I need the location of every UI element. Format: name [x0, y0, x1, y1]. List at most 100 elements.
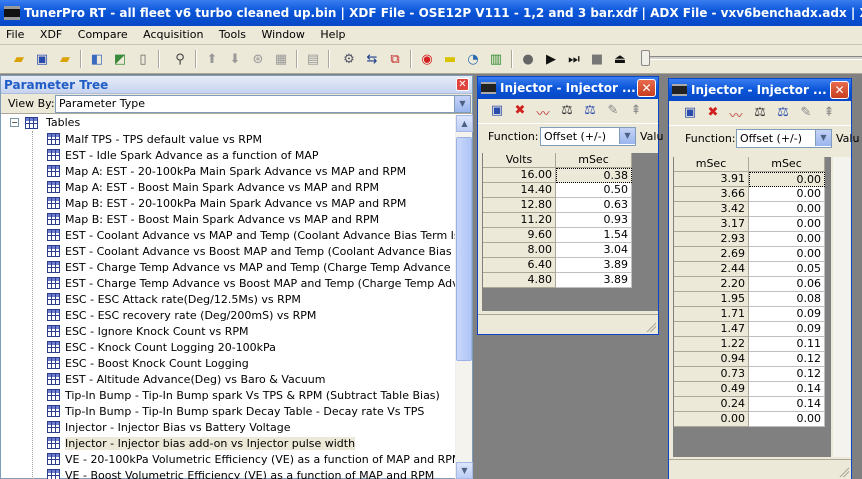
- table-cell[interactable]: 0.09: [749, 307, 825, 322]
- menu-compare[interactable]: Compare: [72, 26, 134, 44]
- tree-item[interactable]: ESC - ESC recovery rate (Deg/200mS) vs R…: [47, 308, 316, 324]
- row-header[interactable]: 4.80: [483, 273, 556, 288]
- menu-tools[interactable]: Tools: [213, 26, 252, 44]
- menu-file[interactable]: File: [0, 26, 30, 44]
- tree-vertical-scrollbar[interactable]: ▲ ▼: [455, 115, 473, 479]
- row-header[interactable]: 0.00: [674, 412, 749, 427]
- row-header[interactable]: 6.40: [483, 258, 556, 273]
- close-icon[interactable]: ✕: [456, 78, 469, 91]
- tree-item[interactable]: EST - Charge Temp Advance vs MAP and Tem…: [47, 260, 456, 276]
- view-by-select[interactable]: Parameter Type ▼: [55, 95, 471, 113]
- edit-xdf-icon[interactable]: ◩: [111, 50, 129, 68]
- tree-item[interactable]: Map B: EST - 20-100kPa Main Spark Advanc…: [47, 196, 406, 212]
- table-vertical-scrollbar[interactable]: [833, 157, 850, 457]
- row-header[interactable]: 1.22: [674, 337, 749, 352]
- chart-icon[interactable]: ▥: [487, 50, 505, 68]
- app-title-bar[interactable]: TunerPro RT - all fleet v6 turbo cleaned…: [0, 0, 862, 26]
- pencil-icon[interactable]: ✎: [797, 105, 815, 120]
- table-cell[interactable]: 0.00: [749, 232, 825, 247]
- tree-item[interactable]: EST - Altitude Advance(Deg) vs Baro & Va…: [47, 372, 325, 388]
- row-header[interactable]: 11.20: [483, 213, 556, 228]
- row-header[interactable]: 12.80: [483, 198, 556, 213]
- table-cell[interactable]: 0.50: [556, 183, 632, 198]
- tree-item[interactable]: Map B: EST - Boost Main Spark Advance vs…: [47, 212, 379, 228]
- tree-item[interactable]: ESC - ESC Attack rate(Deg/12.5Ms) vs RPM: [47, 292, 301, 308]
- gear-icon[interactable]: ⚙: [340, 50, 358, 68]
- monitor-icon[interactable]: ▤: [304, 50, 322, 68]
- chevron-down-icon[interactable]: ▼: [619, 128, 635, 144]
- row-header[interactable]: 2.93: [674, 232, 749, 247]
- table-cell[interactable]: 0.05: [749, 262, 825, 277]
- scroll-down-icon[interactable]: ▼: [456, 462, 473, 479]
- menu-acquisition[interactable]: Acquisition: [137, 26, 209, 44]
- row-header[interactable]: 3.91: [674, 172, 749, 187]
- download-icon[interactable]: ⬇: [226, 50, 244, 68]
- play-icon[interactable]: ▶: [542, 50, 560, 68]
- compare-scale-icon[interactable]: ⚖: [774, 105, 792, 120]
- tree-item[interactable]: ESC - Ignore Knock Count vs RPM: [47, 324, 249, 340]
- table-cell[interactable]: 3.04: [556, 243, 632, 258]
- table-cell[interactable]: 0.00: [749, 217, 825, 232]
- stack-icon[interactable]: ▦: [272, 50, 290, 68]
- row-header[interactable]: 16.00: [483, 168, 556, 183]
- row-header[interactable]: 3.66: [674, 187, 749, 202]
- save-icon[interactable]: ▣: [33, 50, 51, 68]
- upload-icon[interactable]: ⬆: [203, 50, 221, 68]
- tree-item[interactable]: Tip-In Bump - Tip-In Bump spark Vs TPS &…: [47, 388, 440, 404]
- open-folder-icon[interactable]: ▰: [10, 50, 28, 68]
- tree-item[interactable]: ESC - Boost Knock Count Logging: [47, 356, 249, 372]
- row-header[interactable]: 0.49: [674, 382, 749, 397]
- resize-grip-icon[interactable]: [645, 321, 656, 332]
- close-x-icon[interactable]: ✖: [704, 105, 722, 120]
- interpolate-icon[interactable]: ⇞: [820, 105, 838, 120]
- new-document-icon[interactable]: ▯: [134, 50, 152, 68]
- menu-window[interactable]: Window: [256, 26, 311, 44]
- table-cell[interactable]: 3.89: [556, 273, 632, 288]
- tree-item[interactable]: EST - Charge Temp Advance vs Boost MAP a…: [47, 276, 456, 292]
- chip-icon[interactable]: ⊛: [249, 50, 267, 68]
- graph-icon[interactable]: 〰: [727, 105, 745, 124]
- stop-circle-icon[interactable]: ●: [519, 50, 537, 68]
- save-icon[interactable]: ▣: [488, 103, 506, 118]
- compare-icon[interactable]: ⧉: [386, 50, 404, 68]
- tree-item[interactable]: Malf TPS - TPS default value vs RPM: [47, 132, 262, 148]
- row-header[interactable]: 3.42: [674, 202, 749, 217]
- close-icon[interactable]: ✕: [637, 79, 656, 97]
- row-header[interactable]: 0.73: [674, 367, 749, 382]
- graph-icon[interactable]: 〰: [534, 103, 552, 122]
- stop-icon[interactable]: ■: [588, 50, 606, 68]
- table-cell[interactable]: 0.12: [749, 367, 825, 382]
- tree-item[interactable]: VE - Boost Volumetric Efficiency (VE) as…: [47, 468, 434, 479]
- row-header[interactable]: 1.47: [674, 322, 749, 337]
- playback-slider-thumb[interactable]: [641, 50, 650, 66]
- tree-item[interactable]: VE - 20-100kPa Volumetric Efficiency (VE…: [47, 452, 456, 468]
- table-cell[interactable]: 0.09: [749, 322, 825, 337]
- scale-icon[interactable]: ⚖: [751, 105, 769, 120]
- load-xdf-icon[interactable]: ◧: [88, 50, 106, 68]
- chevron-down-icon[interactable]: ▼: [454, 96, 470, 112]
- row-header[interactable]: 9.60: [483, 228, 556, 243]
- row-header[interactable]: 1.95: [674, 292, 749, 307]
- table-window-title-bar[interactable]: Injector - Injector ... ✕: [478, 77, 658, 99]
- table-cell[interactable]: 0.00: [749, 412, 825, 427]
- table-window-title-bar[interactable]: Injector - Injector ... ✕: [669, 79, 851, 101]
- row-header[interactable]: 2.69: [674, 247, 749, 262]
- save-icon[interactable]: ▣: [681, 105, 699, 120]
- dashboard-icon[interactable]: ◔: [464, 50, 482, 68]
- chevron-down-icon[interactable]: ▼: [815, 130, 831, 146]
- row-header[interactable]: 3.17: [674, 217, 749, 232]
- tree-item[interactable]: Injector - Injector Bias vs Battery Volt…: [47, 420, 291, 436]
- tree-item[interactable]: EST - Coolant Advance vs MAP and Temp (C…: [47, 228, 456, 244]
- record-icon[interactable]: ◉: [418, 50, 436, 68]
- table-cell[interactable]: 1.54: [556, 228, 632, 243]
- row-header[interactable]: 14.40: [483, 183, 556, 198]
- table-cell[interactable]: 0.06: [749, 277, 825, 292]
- tree-item[interactable]: Map A: EST - Boost Main Spark Advance vs…: [47, 180, 379, 196]
- close-x-icon[interactable]: ✖: [511, 103, 529, 118]
- menu-xdf[interactable]: XDF: [34, 26, 68, 44]
- close-icon[interactable]: ✕: [830, 81, 849, 99]
- open-bin-icon[interactable]: ▰: [56, 50, 74, 68]
- table-cell[interactable]: 0.38: [556, 168, 632, 183]
- row-header[interactable]: 8.00: [483, 243, 556, 258]
- menu-help[interactable]: Help: [314, 26, 351, 44]
